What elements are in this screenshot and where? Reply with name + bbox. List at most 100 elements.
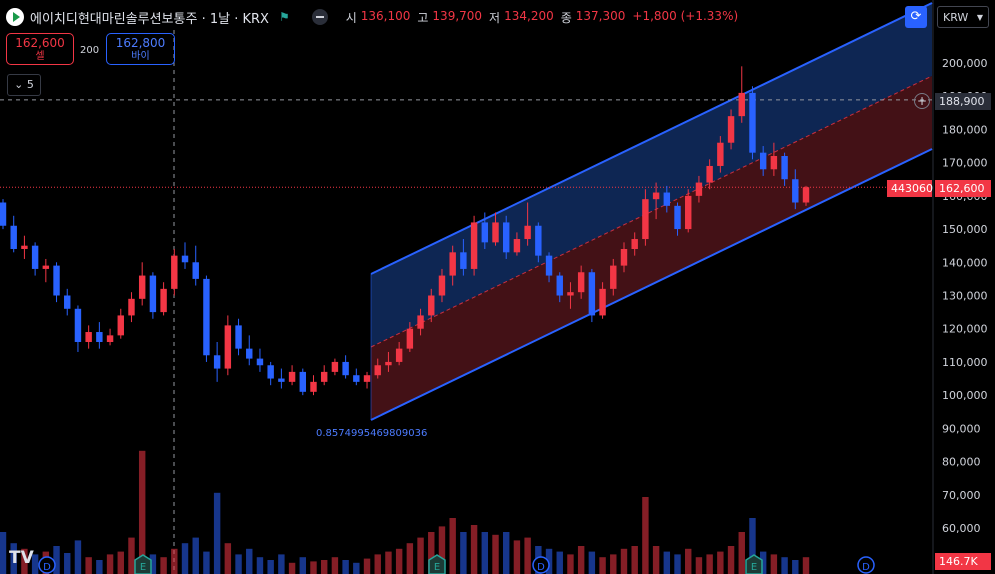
candle-body [417,315,424,329]
candle-body [246,348,253,359]
volume-bar [706,554,713,574]
symbol-title[interactable]: 에이치디현대마린솔루션보통주 · 1날 · KRX [30,8,269,27]
volume-bar [524,537,531,574]
price-chart[interactable]: 200,000190,000180,000170,000160,000150,0… [0,0,995,574]
symbol-code-tag: 443060 [887,180,933,197]
ohlc-values: 시 136,100 고 139,700 저 134,200 종 137,300 +1,8… [345,8,739,25]
volume-bar [310,561,317,574]
candle-body [685,195,692,230]
symbol-header: 에이치디현대마린솔루션보통주 · 1날 · KRX ⚑ 시 136,100 고 13… [6,6,741,28]
volume-bar [460,532,467,574]
volume-bar [802,557,810,574]
volume-bar [224,543,232,574]
volume-tag: 146.7K [935,553,991,570]
price-axis-label: 180,000 [942,123,988,136]
candle-body [503,222,510,253]
volume-bar [320,560,328,574]
candle-body [224,325,232,369]
candle-body [652,192,660,200]
candle-body [802,187,810,203]
candle-body [545,255,553,276]
volume-bar [406,543,414,574]
price-axis-label: 150,000 [942,223,988,236]
volume-bar [374,554,381,574]
candle-body [74,308,82,342]
volume-bar [85,557,92,574]
volume-bar [395,548,403,574]
volume-bar [213,492,221,574]
volume-bar [792,560,799,574]
chevron-down-icon: ▼ [976,13,983,22]
candle-body [267,365,274,379]
volume-bar [599,557,606,574]
volume-bar [770,554,778,574]
volume-bar [503,532,510,574]
price-axis-label: 170,000 [942,157,988,170]
candle-body [556,275,563,296]
candle-body [599,288,606,316]
candle-body [385,361,392,366]
currency-select[interactable]: KRW ▼ [937,6,989,28]
add-alert-icon[interactable]: + [914,93,930,109]
candle-body [10,225,17,249]
volume-bar [652,546,660,574]
collapse-icon[interactable] [311,9,328,25]
volume-bar [631,546,638,574]
volume-bar [235,554,242,574]
candle-body [749,92,756,153]
volume-bar [674,554,681,574]
candle-body [374,365,381,376]
flag-icon[interactable]: ⚑ [279,10,290,24]
event-marker-label: E [434,562,440,573]
candle-body [106,335,114,342]
volume-bar [171,548,178,574]
candle-body [181,255,189,263]
buy-button[interactable]: 162,800 바이 [106,33,175,65]
candle-body [85,332,92,342]
volume-bar [106,554,114,574]
price-axis-label: 90,000 [942,422,981,435]
sync-icon[interactable]: ⟳ [905,6,927,28]
volume-bar [353,562,360,574]
candle-body [203,278,210,356]
candle-body [460,252,467,269]
candle-body [395,348,403,362]
volume-bar [278,554,285,574]
volume-bar [160,557,167,574]
candle-body [278,378,285,382]
chevron-down-icon: ⌄ [14,78,24,91]
candle-body [759,152,767,170]
candle-body [117,315,124,336]
candle-body [631,239,638,249]
candle-body [53,265,60,296]
indicators-toggle[interactable]: ⌄ 5 [7,74,41,96]
candle-body [320,371,328,382]
candle-body [738,92,745,117]
volume-bar [342,560,349,574]
candle-body [331,361,339,372]
candle-body [128,298,135,316]
volume-bar [470,525,478,574]
volume-bar [256,557,264,574]
candle-body [299,371,306,392]
volume-bar [64,553,71,574]
candle-body [342,361,349,376]
volume-bar [513,540,521,574]
volume-bar [203,551,210,574]
candle-body [588,272,596,316]
candle-body [438,275,446,296]
sell-button[interactable]: 162,600 셀 [6,33,74,65]
spread-value: 200 [80,45,100,56]
event-marker-label: D [537,562,545,573]
volume-bar [299,557,306,574]
candle-body [706,165,713,183]
volume-bar [727,546,735,574]
candle-body [663,192,671,206]
candle-body [470,222,478,269]
tradingview-logo[interactable]: TV [9,548,34,568]
candle-body [171,255,178,289]
volume-bar [192,537,199,574]
volume-bar [449,518,456,574]
candle-body [235,325,242,349]
volume-bar [363,558,371,574]
